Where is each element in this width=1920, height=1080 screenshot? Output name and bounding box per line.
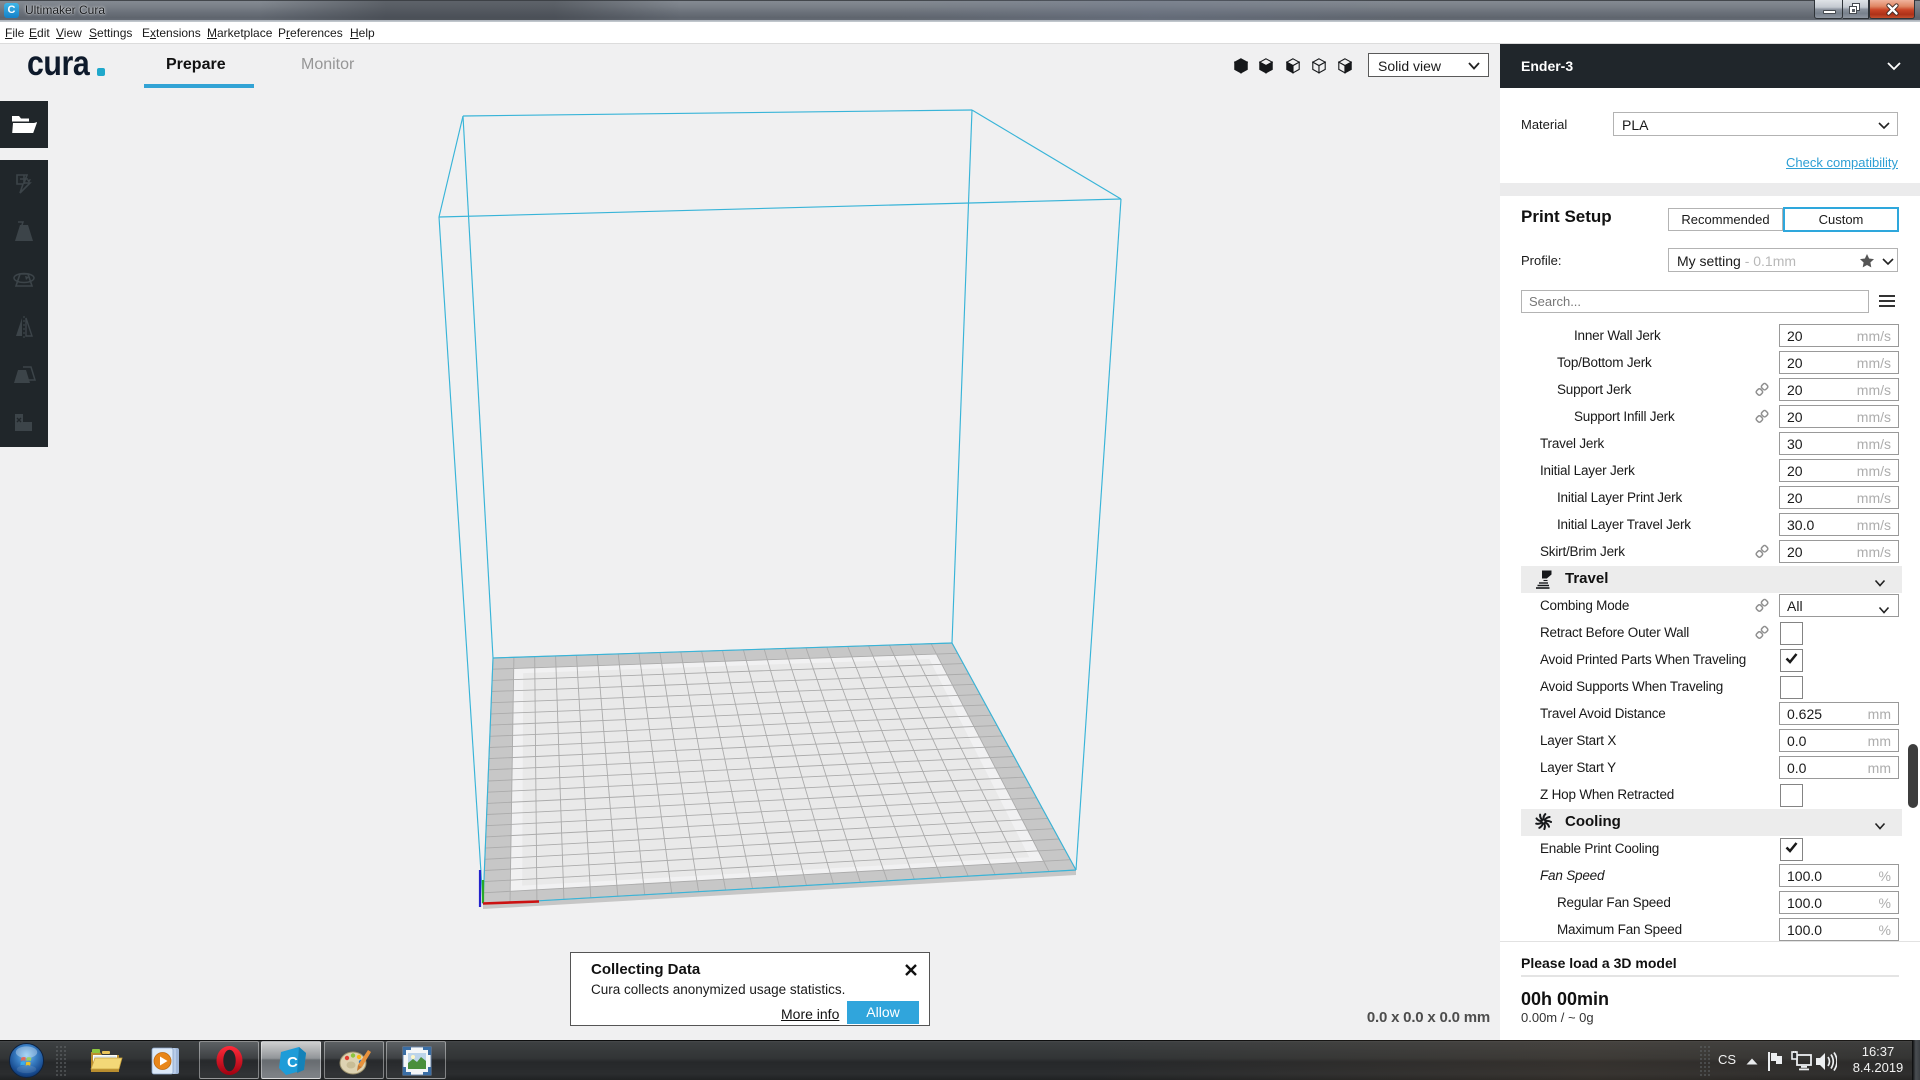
svg-text:C: C (287, 1054, 298, 1071)
